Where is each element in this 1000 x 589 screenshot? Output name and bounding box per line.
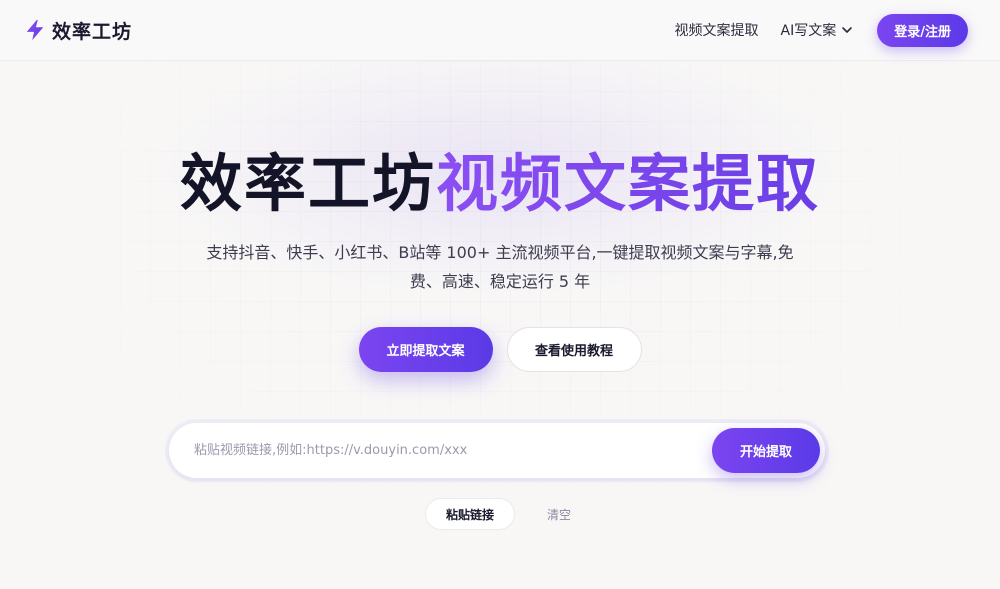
hero-title: 效率工坊视频文案提取 xyxy=(0,144,1000,224)
brand-name: 效率工坊 xyxy=(52,20,133,43)
clear-button[interactable]: 清空 xyxy=(547,506,571,523)
start-extract-button[interactable]: 开始提取 xyxy=(712,428,820,473)
nav-video-extract[interactable]: 视频文案提取 xyxy=(675,20,759,40)
lightning-bolt-icon xyxy=(26,19,44,41)
video-link-input[interactable] xyxy=(194,443,712,458)
view-tutorial-button[interactable]: 查看使用教程 xyxy=(506,327,642,372)
extract-now-button[interactable]: 立即提取文案 xyxy=(358,327,493,372)
paste-link-button[interactable]: 粘贴链接 xyxy=(424,498,515,530)
main-nav: 视频文案提取 AI写文案 登录/注册 xyxy=(675,13,968,47)
hero-title-brand: 效率工坊 xyxy=(179,147,436,220)
nav-ai-write-label: AI写文案 xyxy=(780,23,837,39)
hero-title-highlight: 视频文案提取 xyxy=(436,147,821,220)
login-register-button[interactable]: 登录/注册 xyxy=(877,13,968,47)
top-navbar: 效率工坊 视频文案提取 AI写文案 登录/注册 xyxy=(0,0,1000,61)
brand-logo-link[interactable]: 效率工坊 xyxy=(24,17,132,44)
hero-subtitle: 支持抖音、快手、小红书、B站等 100+ 主流视频平台,一键提取视频文案与字幕,… xyxy=(206,243,794,291)
chevron-down-icon xyxy=(842,27,853,33)
link-input-container: 开始提取 xyxy=(165,419,829,482)
input-tools-row: 粘贴链接 清空 xyxy=(0,498,1000,530)
cta-row: 立即提取文案 查看使用教程 xyxy=(0,327,1000,372)
link-input-box: 开始提取 xyxy=(169,423,825,478)
nav-ai-write-dropdown[interactable]: AI写文案 xyxy=(781,20,854,40)
